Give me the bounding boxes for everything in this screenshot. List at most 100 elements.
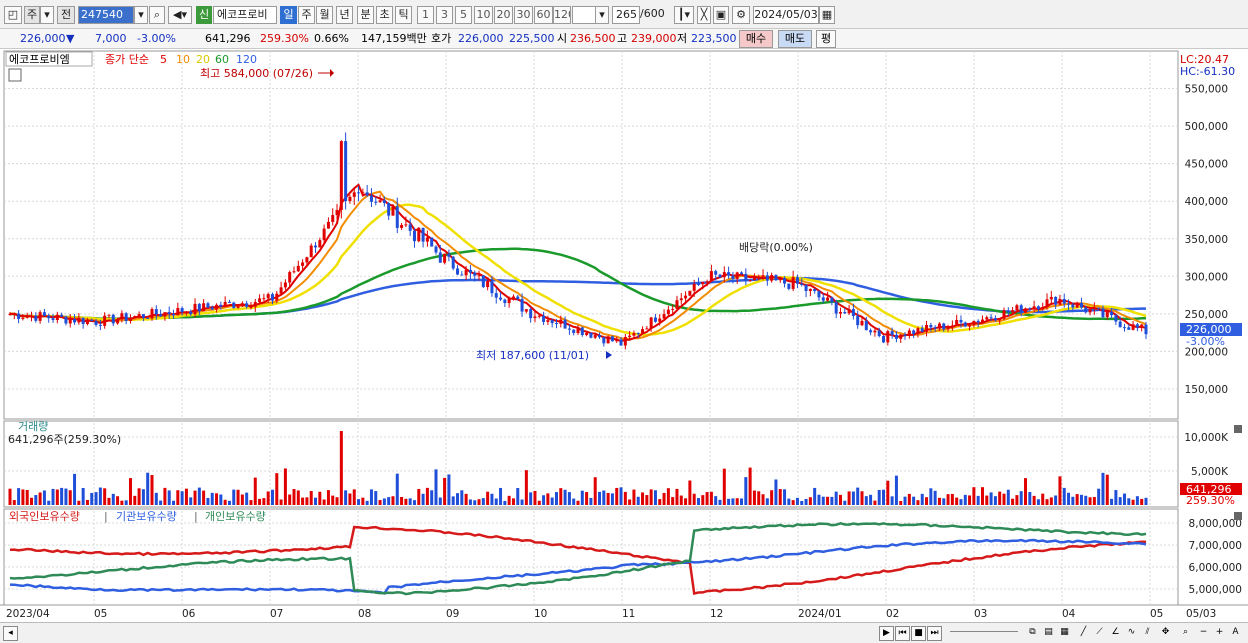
candle-body [955,319,959,326]
minute-opt-10[interactable]: 10 [474,6,493,24]
candle-type-icon[interactable]: ┃▾ [674,6,694,24]
grid-lines [4,51,1178,605]
calendar-icon[interactable]: ▦ [819,6,835,24]
candle-body [1114,315,1118,322]
candle-body [309,245,313,258]
layout-icon[interactable]: ▤ [1041,626,1056,641]
scroll-left-icon[interactable]: ◂ [3,626,18,641]
grid-icon[interactable]: ▦ [1057,626,1072,641]
step-forward-icon[interactable]: ⏭ [927,626,942,641]
date-tick-label: 04 [1062,608,1076,620]
copy-icon[interactable]: ⧉ [1025,626,1040,641]
pan-tool-icon[interactable]: ✥ [1158,626,1173,641]
volume-bar [1105,474,1109,505]
save-icon[interactable]: ▣ [713,6,729,24]
candle-body [94,321,98,325]
holding-close-icon[interactable] [1234,512,1242,520]
angle-tool-icon[interactable]: ∠ [1108,626,1123,641]
display-count-input[interactable]: 265 [612,6,640,24]
wave-tool-icon[interactable]: ∿ [1124,626,1139,641]
period-month-tab[interactable]: 월 [316,6,333,24]
search-icon[interactable]: ⌕ [149,6,165,24]
speaker-icon[interactable]: ◀▾ [168,6,192,24]
candle-body [1067,303,1071,305]
eval-button[interactable]: 평 [816,30,836,48]
candle-body [1144,324,1148,335]
stock-code-input[interactable]: 247540 [78,6,134,24]
candle-body [791,277,795,289]
candle-body [180,308,184,313]
channel-tool-icon[interactable]: ⫽ [1140,626,1155,641]
candle-body [886,331,890,343]
candle-body [1110,311,1114,316]
font-size-icon[interactable]: A [1228,626,1243,641]
legend-ma60: 60 [215,53,229,66]
market-select[interactable]: 주 [24,6,40,24]
volume-bar [245,492,249,505]
volume-axis: 5,000K 10,000K [1184,432,1229,478]
minute-opt-5[interactable]: 5 [455,6,472,24]
candle-body [688,290,692,296]
period-minute-tab[interactable]: 분 [357,6,374,24]
volume-bar [882,489,886,505]
zoom-out-icon[interactable]: − [1196,626,1211,641]
grid-toggle-icon[interactable] [8,68,22,82]
minute-opt-30[interactable]: 30 [514,6,533,24]
minute-opt-60[interactable]: 60 [534,6,553,24]
volume-bar [326,490,330,505]
trend-tool-icon[interactable]: ⟋ [1092,626,1107,641]
step-back-icon[interactable]: ⏮ [895,626,910,641]
line-tool-icon[interactable]: ╱ [1076,626,1091,641]
period-second-tab[interactable]: 초 [376,6,393,24]
minute-opt-3[interactable]: 3 [436,6,453,24]
volume-bar [486,491,490,505]
code-dropdown-icon[interactable]: ▾ [134,6,148,24]
zoom-slider[interactable] [950,631,1018,635]
volume-bar [17,488,21,505]
volume-bar [976,495,980,505]
volume-bar [395,473,399,505]
volume-bar [38,492,42,505]
hc-label: HC:-61.30 [1180,65,1235,78]
market-dropdown-icon[interactable]: ▾ [40,6,54,24]
candle-body [847,309,851,314]
candle-body [154,309,158,315]
sell-button[interactable]: 매도 [778,30,812,48]
zoom-in-icon[interactable]: + [1212,626,1227,641]
period-dropdown-icon[interactable]: ▾ [595,6,609,24]
volume-bar [968,495,972,505]
zoom-icon[interactable]: ⌕ [1178,626,1193,641]
stock-chart[interactable]: 150,000 200,000 250,000 300,000 350,000 400,0… [0,49,1248,643]
volume-bar [619,487,623,505]
candle-body [197,303,201,312]
period-day-tab[interactable]: 일 [280,6,297,24]
gear-icon[interactable]: ⚙ [732,6,750,24]
period-tick-tab[interactable]: 틱 [395,6,412,24]
candle-body [735,272,739,279]
stock-name-field[interactable]: 에코프로비 [213,6,277,24]
play-icon[interactable]: ▶ [879,626,894,641]
period-week-tab[interactable]: 주 [298,6,315,24]
candle-body [223,301,227,307]
minute-opt-20[interactable]: 20 [494,6,513,24]
volume-close-icon[interactable] [1234,425,1242,433]
minute-opt-1[interactable]: 1 [417,6,434,24]
volume-bar [920,493,924,505]
date-input[interactable]: 2024/05/03 [753,6,819,24]
volume-bar [499,487,503,505]
period-year-tab[interactable]: 년 [336,6,353,24]
prev-button[interactable]: 전 [57,6,75,24]
buy-button[interactable]: 매수 [739,30,773,48]
candle-body [262,298,266,300]
candle-body [641,329,645,334]
date-tick-label: 05 [94,608,107,620]
candle-body [172,313,176,316]
candle-body [408,224,412,231]
minute-opt-120[interactable]: 120 [553,6,571,24]
window-layout-icon[interactable]: ◰ [4,6,22,24]
stop-icon[interactable]: ■ [911,626,926,641]
cross-line-icon[interactable]: ╳ [697,6,711,24]
candle-body [744,273,748,281]
candle-body [468,269,472,273]
volume-bar [774,479,778,505]
